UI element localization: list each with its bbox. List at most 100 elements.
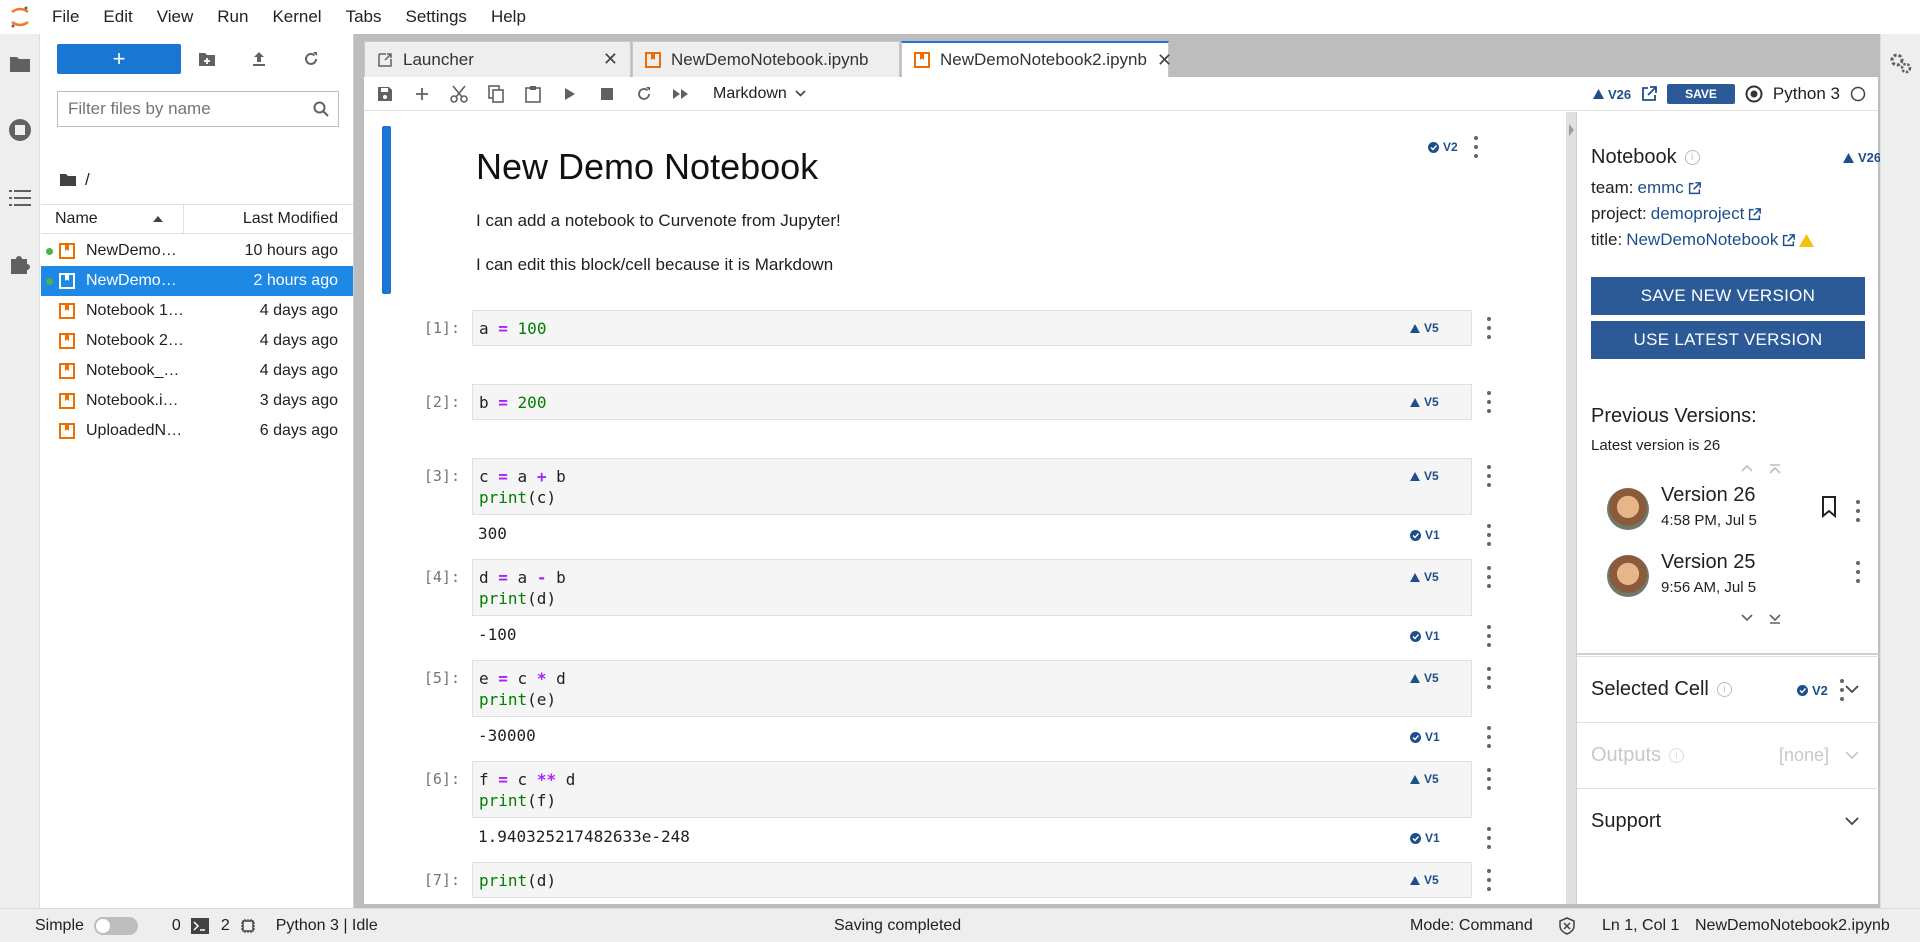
info-icon[interactable]: i [1716, 682, 1732, 697]
external-link-icon[interactable] [1688, 181, 1701, 195]
output-menu-icon[interactable] [1486, 827, 1492, 849]
code-editor[interactable]: e = c * d print(e) [472, 660, 1472, 717]
cell-menu-icon[interactable] [1486, 391, 1492, 413]
menu-edit[interactable]: Edit [91, 0, 144, 34]
kernel-name[interactable]: Python 3 [1773, 84, 1840, 104]
output-version-badge[interactable]: V1 [1410, 730, 1440, 744]
shield-icon[interactable] [1558, 916, 1576, 935]
sort-by-modified[interactable]: Last Modified [184, 210, 353, 228]
file-list-item[interactable]: Notebook 1.ipynb 4 days ago [41, 296, 353, 326]
output-menu-icon[interactable] [1486, 524, 1492, 546]
output-menu-icon[interactable] [1486, 625, 1492, 647]
table-of-contents-icon[interactable] [0, 180, 40, 216]
output-version-badge[interactable]: V1 [1410, 528, 1440, 542]
folder-icon[interactable] [0, 46, 40, 82]
close-icon[interactable]: ✕ [591, 49, 618, 70]
cursor-position[interactable]: Ln 1, Col 1 [1602, 917, 1679, 935]
notebook-version-badge[interactable]: V26 [1592, 87, 1631, 102]
new-folder-icon[interactable] [181, 44, 233, 74]
file-list-item[interactable]: NewDemoNotebook2.ipynb 2 hours ago [41, 266, 353, 296]
team-link[interactable]: emmc [1638, 178, 1684, 198]
notebook-version-badge[interactable]: V26 [1843, 150, 1881, 165]
fast-forward-icon[interactable] [662, 77, 699, 111]
code-editor[interactable]: d = a - b print(d) [472, 559, 1472, 616]
code-editor[interactable]: a = 100 [472, 310, 1472, 346]
chevron-up-icon[interactable] [1741, 464, 1753, 474]
curvenote-save-button[interactable]: SAVE [1667, 84, 1735, 104]
cell-type-dropdown[interactable]: Markdown [713, 85, 806, 103]
cell-menu-icon[interactable] [1486, 667, 1492, 689]
cell-version-badge[interactable]: V5 [1410, 321, 1439, 335]
bookmark-icon[interactable] [1821, 496, 1837, 518]
stop-icon[interactable] [588, 77, 625, 111]
cell-version-badge[interactable]: V5 [1410, 570, 1439, 584]
selected-cell-version-badge[interactable]: V2 [1797, 683, 1828, 698]
cell-version-badge[interactable]: V5 [1410, 395, 1439, 409]
menu-run[interactable]: Run [205, 0, 260, 34]
notebook-mode[interactable]: Mode: Command [1410, 917, 1533, 935]
file-list-item[interactable]: Notebook.ipynb 3 days ago [41, 386, 353, 416]
kernel-status[interactable]: Python 3 | Idle [276, 917, 378, 935]
close-icon[interactable]: ✕ [1147, 50, 1172, 71]
restart-icon[interactable] [625, 77, 662, 111]
selected-cell-section[interactable]: Selected Cell i V2 [1577, 656, 1879, 722]
output-version-badge[interactable]: V1 [1410, 629, 1440, 643]
title-link[interactable]: NewDemoNotebook [1626, 230, 1778, 250]
curvenote-logo-icon[interactable] [1745, 85, 1763, 103]
menu-kernel[interactable]: Kernel [260, 0, 333, 34]
output-menu-icon[interactable] [1486, 726, 1492, 748]
chevron-down-icon[interactable] [1741, 614, 1753, 624]
terminal-count[interactable]: 0 [172, 917, 181, 935]
version-menu-icon[interactable] [1855, 500, 1861, 522]
cell-version-badge[interactable]: V5 [1410, 469, 1439, 483]
file-filter-input[interactable] [58, 99, 304, 119]
menu-help[interactable]: Help [479, 0, 538, 34]
cell-version-badge[interactable]: V5 [1410, 873, 1439, 887]
cell-menu-icon[interactable] [1486, 768, 1492, 790]
run-icon[interactable] [551, 77, 588, 111]
cut-icon[interactable] [440, 77, 477, 111]
kernel-count[interactable]: 2 [221, 917, 230, 935]
chevron-double-up-icon[interactable] [1769, 464, 1781, 474]
code-editor[interactable]: f = c ** d print(f) [472, 761, 1472, 818]
chevron-down-icon[interactable] [1845, 817, 1859, 826]
property-inspector-icon[interactable] [1889, 52, 1913, 76]
cell-menu-icon[interactable] [1486, 566, 1492, 588]
file-list-item[interactable]: UploadedNotebook.ipynb 6 days ago [41, 416, 353, 446]
menu-tabs[interactable]: Tabs [334, 0, 394, 34]
support-section[interactable]: Support [1577, 788, 1879, 854]
save-new-version-button[interactable]: SAVE NEW VERSION [1591, 277, 1865, 315]
menu-view[interactable]: View [145, 0, 206, 34]
project-link[interactable]: demoproject [1651, 204, 1745, 224]
tab-launcher[interactable]: Launcher ✕ [364, 41, 631, 77]
cell-menu-icon[interactable] [1486, 317, 1492, 339]
insert-cell-icon[interactable] [403, 77, 440, 111]
output-version-badge[interactable]: V1 [1410, 831, 1440, 845]
cell-menu-icon[interactable] [1473, 136, 1479, 158]
cell-menu-icon[interactable] [1486, 869, 1492, 891]
info-icon[interactable]: i [1684, 150, 1700, 165]
code-editor[interactable]: b = 200 [472, 384, 1472, 420]
open-external-icon[interactable] [1641, 86, 1657, 102]
cell-version-badge[interactable]: V5 [1410, 671, 1439, 685]
running-sessions-icon[interactable] [0, 112, 40, 148]
version-item[interactable]: Version 25 9:56 AM, Jul 5 [1607, 551, 1867, 607]
outputs-section[interactable]: Outputs i [none] [1577, 722, 1879, 788]
sort-by-name[interactable]: Name [41, 204, 184, 234]
tab-newdemonotebook2[interactable]: NewDemoNotebook2.ipynb ✕ [901, 41, 1172, 77]
panel-splitter[interactable] [1566, 112, 1576, 904]
cell-version-badge[interactable]: V2 [1428, 140, 1458, 154]
markdown-cell[interactable]: New Demo Notebook I can add a notebook t… [382, 126, 1562, 294]
version-item[interactable]: Version 26 4:58 PM, Jul 5 [1607, 484, 1867, 540]
save-icon[interactable] [366, 77, 403, 111]
new-launcher-button[interactable]: + [57, 44, 181, 74]
code-editor[interactable]: c = a + b print(c) [472, 458, 1472, 515]
cell-version-badge[interactable]: V5 [1410, 772, 1439, 786]
upload-icon[interactable] [233, 44, 285, 74]
home-folder-icon[interactable] [59, 173, 77, 187]
use-latest-version-button[interactable]: USE LATEST VERSION [1591, 321, 1865, 359]
extension-icon[interactable] [0, 246, 40, 282]
chevron-double-down-icon[interactable] [1769, 614, 1781, 624]
file-list-item[interactable]: NewDemoNotebook.ipynb 10 hours ago [41, 236, 353, 266]
refresh-icon[interactable] [285, 44, 337, 74]
